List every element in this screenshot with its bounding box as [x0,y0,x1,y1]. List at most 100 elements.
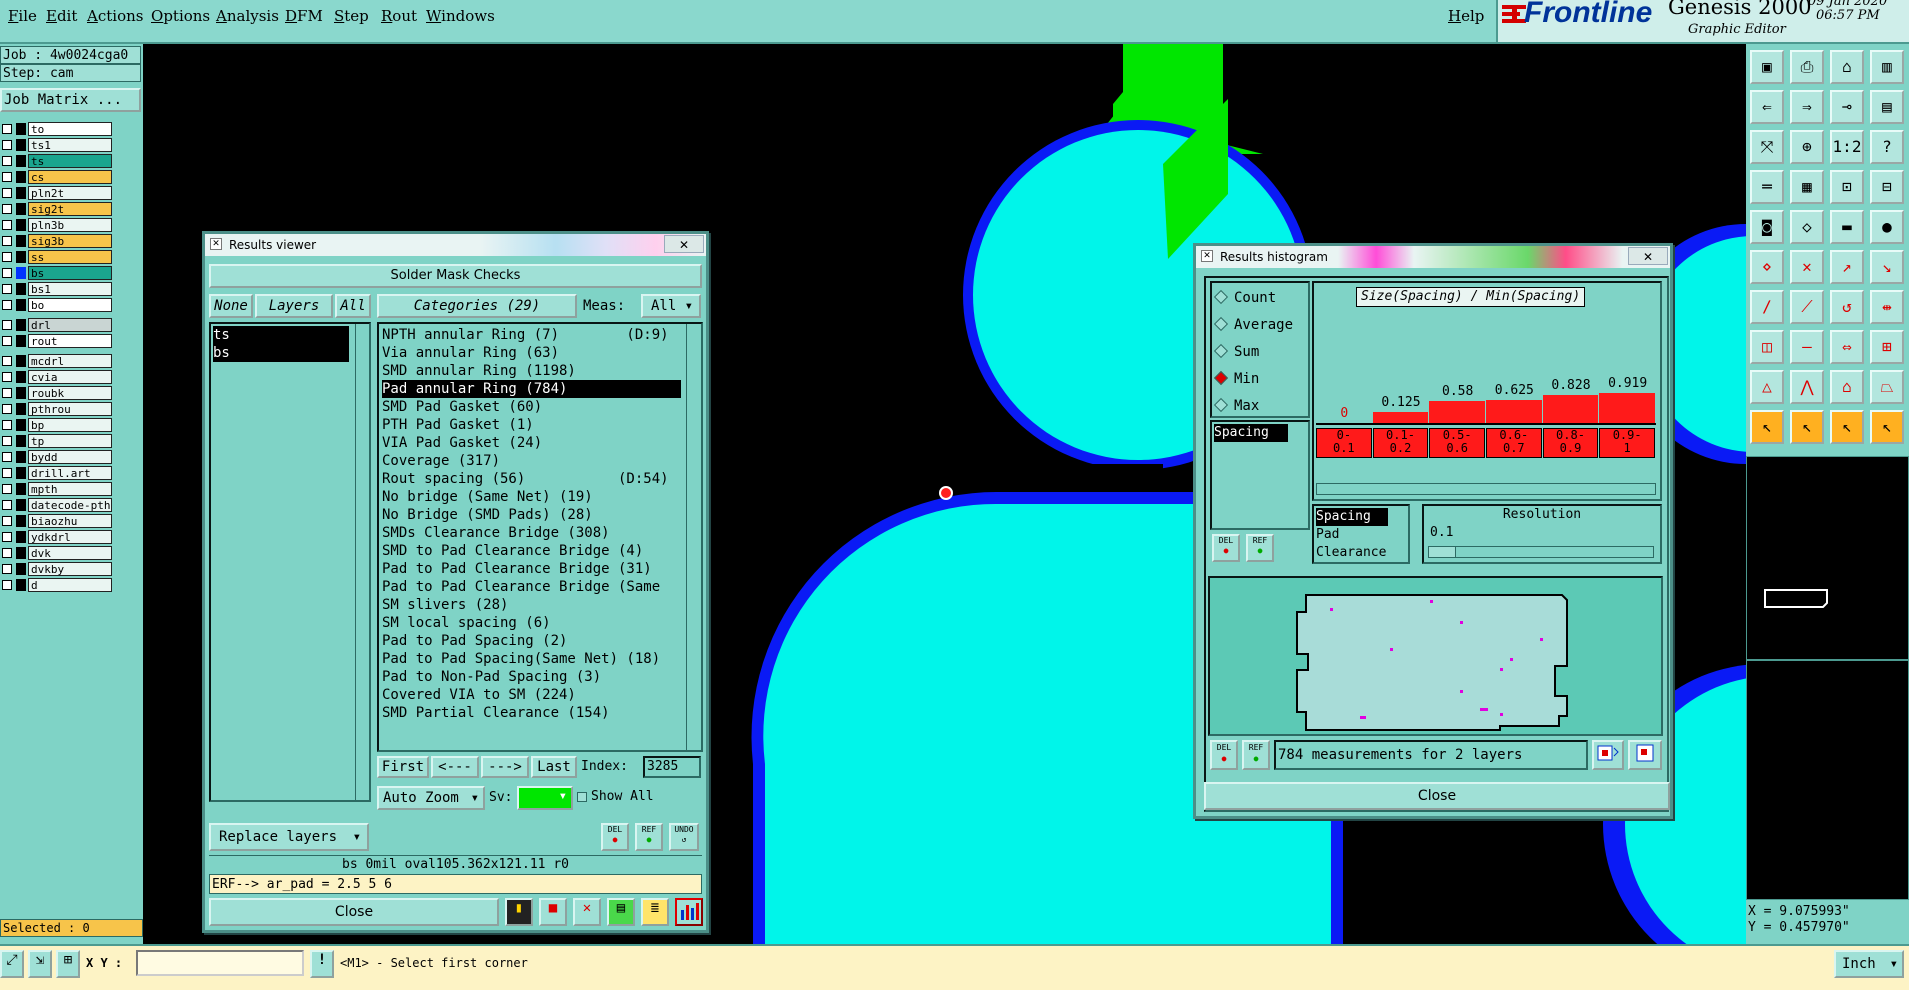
bar-icon[interactable]: — [1790,330,1824,364]
category-item[interactable]: VIA Pad Gasket (24) [382,434,681,452]
report-tool-icon[interactable]: ≣ [641,898,669,926]
ruler-icon[interactable]: ═ [1750,170,1784,204]
all-layers-button[interactable]: All [335,294,371,318]
mode-radio-sum[interactable]: Sum [1213,343,1259,361]
mode-radio-max[interactable]: Max [1213,397,1259,415]
layer-row-15[interactable]: cvia [0,370,113,384]
pointer3-icon[interactable]: ↖ [1830,410,1864,444]
layers-scrollbar[interactable] [355,324,369,800]
layer-name[interactable]: sig3b [28,234,112,248]
layer-name[interactable]: bp [28,418,112,432]
layer-row-7[interactable]: sig3b [0,234,113,248]
histogram-bar[interactable] [1429,401,1485,423]
meas-select[interactable]: All ▾ [641,294,701,318]
layer-name[interactable]: drill.art [28,466,112,480]
panel-icon[interactable]: ▤ [1870,90,1904,124]
results-viewer-titlebar[interactable]: ✕ Results viewer ✕ [205,234,706,256]
layer-name[interactable]: drl [28,318,112,332]
layer-name[interactable]: pln3b [28,218,112,232]
layer-name[interactable]: pthrou [28,402,112,416]
save-icon[interactable]: ▣ [1750,50,1784,84]
category-item[interactable]: SMD annular Ring (1198) [382,362,681,380]
layer-checkbox[interactable] [2,336,12,346]
list-item[interactable]: ts [213,326,349,344]
category-item[interactable]: SM slivers (28) [382,596,681,614]
category-item[interactable]: No bridge (Same Net) (19) [382,488,681,506]
layer-checkbox[interactable] [2,204,12,214]
layer-checkbox[interactable] [2,468,12,478]
layer-row-12[interactable]: drl [0,318,113,332]
histogram-tool-icon[interactable] [675,898,703,926]
layer-checkbox[interactable] [2,484,12,494]
menu-file[interactable]: File [8,7,37,25]
layer-row-2[interactable]: ts [0,154,113,168]
next-button[interactable]: ---> [481,756,529,778]
curve-icon[interactable]: ↺ [1830,290,1864,324]
layer-row-13[interactable]: rout [0,334,113,348]
layer-row-20[interactable]: bydd [0,450,113,464]
draw-icon[interactable]: ∕ [1750,290,1784,324]
histogram-bar[interactable] [1486,400,1542,423]
replace-layers-select[interactable]: Replace layers ▾ [209,823,369,851]
cross-tool-icon[interactable]: ✕ [573,898,601,926]
layer-name[interactable]: datecode-pth [28,498,112,512]
poly2-icon[interactable]: ⏢ [1870,370,1904,404]
category-item[interactable]: SM local spacing (6) [382,614,681,632]
preview-tool-1-icon[interactable] [1592,740,1624,770]
alert-icon[interactable]: ! [310,950,334,978]
menu-actions[interactable]: Actions [87,7,143,25]
list-item[interactable]: Spacing [1316,508,1388,526]
layer-name[interactable]: ydkdrl [28,530,112,544]
layer-checkbox[interactable] [2,388,12,398]
type-list[interactable]: Spacing Pad Clearance [1312,504,1410,564]
categories-button[interactable]: Categories (29) [377,294,577,318]
layer-row-17[interactable]: pthrou [0,402,113,416]
grid-icon[interactable]: ▦ [1790,170,1824,204]
layer-checkbox[interactable] [2,188,12,198]
layer-checkbox[interactable] [2,252,12,262]
category-item[interactable]: PTH Pad Gasket (1) [382,416,681,434]
histogram-ref-button[interactable]: REF ● [1246,534,1274,562]
layer-name[interactable]: pln2t [28,186,112,200]
undo-button[interactable]: UNDO ↺ [669,823,699,851]
unit-select[interactable]: Inch ▾ [1834,950,1904,978]
layer-row-23[interactable]: datecode-pth [0,498,113,512]
show-all-checkbox[interactable] [577,792,587,802]
layer-checkbox[interactable] [2,300,12,310]
layer-checkbox[interactable] [2,372,12,382]
layer-name[interactable]: ts1 [28,138,112,152]
category-item[interactable]: SMD Pad Gasket (60) [382,398,681,416]
pad-icon[interactable]: ◫ [1750,330,1784,364]
auto-zoom-select[interactable]: Auto Zoom ▾ [377,786,485,810]
move2-icon[interactable]: ↘ [1870,250,1904,284]
grid-tool-icon[interactable]: ⊞ [56,950,80,978]
histogram-bar[interactable] [1599,393,1655,423]
measure-list[interactable]: Spacing [1210,420,1310,530]
layer-checkbox[interactable] [2,580,12,590]
layer-row-22[interactable]: mpth [0,482,113,496]
layer-checkbox[interactable] [2,320,12,330]
layer-checkbox[interactable] [2,420,12,430]
home-icon[interactable]: ⌂ [1830,50,1864,84]
layer-row-14[interactable]: mcdrl [0,354,113,368]
menu-edit[interactable]: Edit [46,7,77,25]
results-viewer-close-button[interactable]: Close [209,898,499,926]
category-item[interactable]: SMD to Pad Clearance Bridge (4) [382,542,681,560]
list-item[interactable]: Clearance [1316,544,1406,562]
zoom-tool-icon[interactable]: ⤢ [0,950,24,978]
layer-name[interactable]: biaozhu [28,514,112,528]
shape-icon[interactable]: ◇ [1790,210,1824,244]
chart-tool-icon[interactable]: ▮ [505,898,533,926]
mode-radio-average[interactable]: Average [1213,316,1293,334]
layer-checkbox[interactable] [2,236,12,246]
layer-checkbox[interactable] [2,404,12,414]
category-item[interactable]: Pad annular Ring (784) [382,380,681,398]
align-icon[interactable]: ⊞ [1870,330,1904,364]
category-item[interactable]: Pad to Pad Clearance Bridge (Same [382,578,681,596]
layer-name[interactable]: cs [28,170,112,184]
layer-checkbox[interactable] [2,220,12,230]
menu-dfm[interactable]: DFM [285,7,323,25]
layer-row-4[interactable]: pln2t [0,186,113,200]
layer-row-28[interactable]: d [0,578,113,592]
layer-name[interactable]: bs1 [28,282,112,296]
